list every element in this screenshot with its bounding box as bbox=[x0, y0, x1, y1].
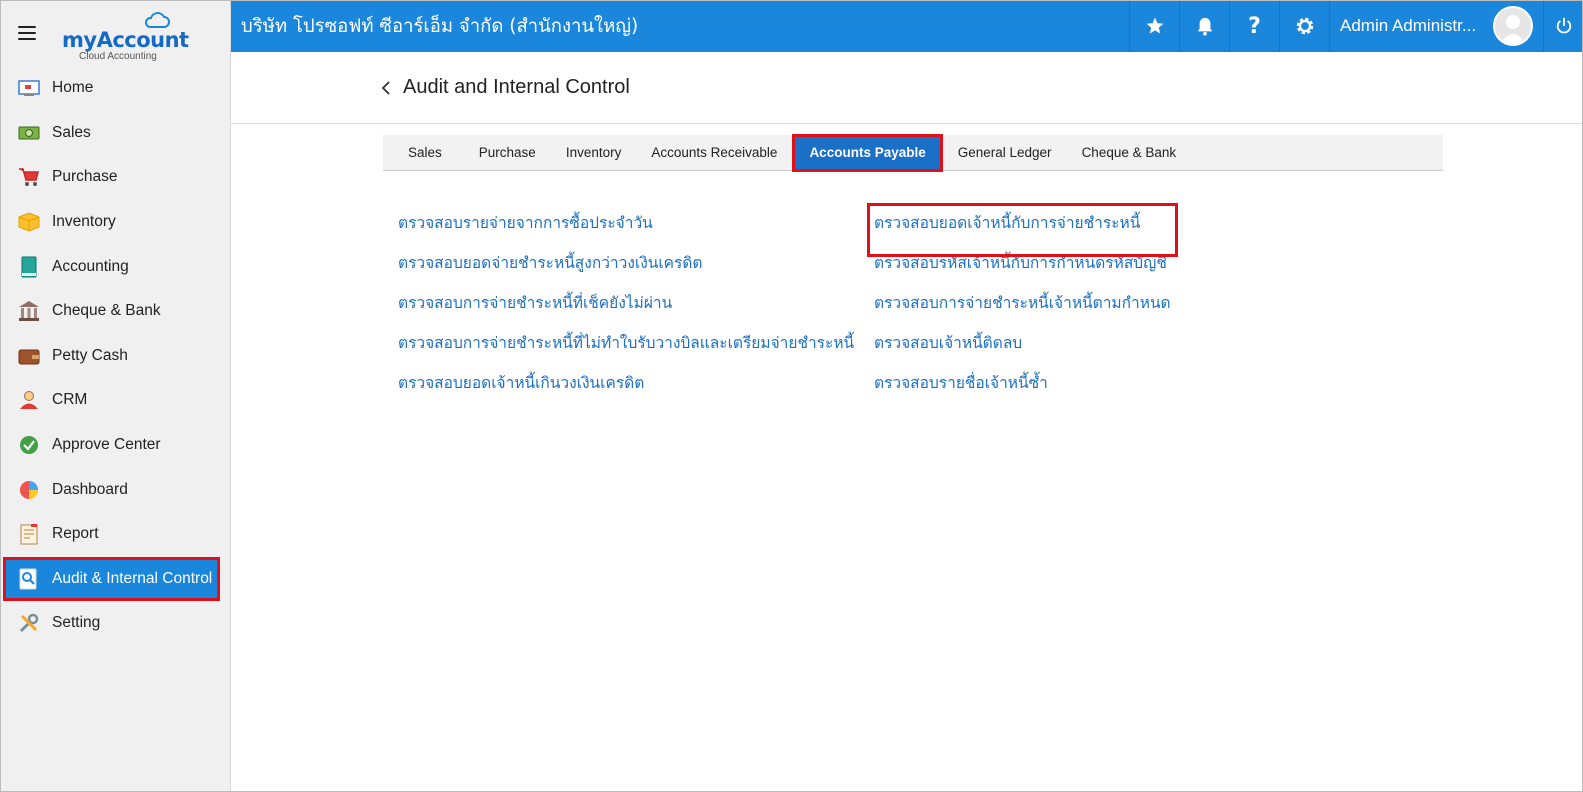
page-title: Audit and Internal Control bbox=[403, 76, 630, 98]
sidebar-item-label: Purchase bbox=[52, 168, 118, 186]
report-link[interactable]: ตรวจสอบยอดเจ้าหนี้เกินวงเงินเครดิต bbox=[398, 370, 854, 410]
brand-name: myAccount bbox=[62, 28, 189, 52]
power-icon bbox=[1556, 17, 1571, 34]
tools-icon bbox=[18, 612, 40, 634]
avatar[interactable] bbox=[1493, 6, 1533, 46]
sidebar-item-label: Setting bbox=[52, 614, 101, 632]
tab-purchase[interactable]: Purchase bbox=[464, 135, 551, 171]
box-icon bbox=[18, 211, 40, 233]
tab-general-ledger[interactable]: General Ledger bbox=[943, 135, 1067, 171]
report-link[interactable]: ตรวจสอบการจ่ายชำระหนี้ที่เช็คยังไม่ผ่าน bbox=[398, 290, 854, 330]
sidebar-item-purchase[interactable]: Purchase bbox=[0, 155, 230, 200]
sidebar-item-sales[interactable]: Sales bbox=[0, 111, 230, 156]
sidebar-item-label: Cheque & Bank bbox=[52, 302, 161, 320]
cloud-icon bbox=[144, 12, 170, 28]
bell-icon bbox=[1197, 17, 1212, 36]
sidebar-item-label: Sales bbox=[52, 123, 91, 141]
report-link[interactable]: ตรวจสอบรายชื่อเจ้าหนี้ซ้ำ bbox=[874, 370, 1171, 410]
report-link-highlighted[interactable]: ตรวจสอบยอดเจ้าหนี้กับการจ่ายชำระหนี้ bbox=[867, 203, 1178, 257]
back-chevron-icon[interactable] bbox=[381, 80, 391, 96]
bank-icon bbox=[18, 300, 40, 322]
tab-accounts-payable[interactable]: Accounts Payable bbox=[792, 133, 943, 172]
sidebar-item-petty-cash[interactable]: Petty Cash bbox=[0, 334, 230, 379]
sidebar-item-dashboard[interactable]: Dashboard bbox=[0, 467, 230, 512]
tab-accounts-receivable[interactable]: Accounts Receivable bbox=[636, 135, 792, 171]
money-icon bbox=[18, 122, 40, 144]
sidebar-item-label: Approve Center bbox=[52, 436, 161, 454]
sidebar-item-crm[interactable]: CRM bbox=[0, 378, 230, 423]
user-menu[interactable]: Admin Administr... bbox=[1329, 0, 1543, 52]
gear-icon bbox=[1296, 17, 1313, 35]
category-tabs: Sales Purchase Inventory Accounts Receiv… bbox=[383, 133, 1443, 172]
star-icon bbox=[1146, 17, 1163, 34]
people-icon bbox=[18, 389, 40, 411]
report-link[interactable]: ตรวจสอบการจ่ายชำระหนี้ที่ไม่ทำใบรับวางบิ… bbox=[398, 330, 854, 370]
brand-tagline: Cloud Accounting bbox=[79, 51, 157, 62]
tab-sales[interactable]: Sales bbox=[383, 135, 464, 171]
top-bar: บริษัท โปรซอฟท์ ซีอาร์เอ็ม จำกัด (สำนักง… bbox=[231, 0, 1583, 52]
report-links-left: ตรวจสอบรายจ่ายจากการซื้อประจำวัน ตรวจสอบ… bbox=[398, 210, 854, 410]
sidebar-item-report[interactable]: Report bbox=[0, 512, 230, 557]
sidebar-item-audit-internal-control[interactable]: Audit & Internal Control bbox=[3, 556, 220, 602]
wallet-icon bbox=[18, 345, 40, 367]
logo[interactable]: myAccount Cloud Accounting bbox=[62, 11, 189, 62]
sidebar-item-label: Audit & Internal Control bbox=[52, 569, 213, 587]
sidebar-item-inventory[interactable]: Inventory bbox=[0, 200, 230, 245]
hamburger-menu-icon[interactable] bbox=[18, 26, 36, 40]
logout-button[interactable] bbox=[1543, 0, 1583, 52]
sidebar-item-label: Petty Cash bbox=[52, 346, 128, 364]
tab-inventory[interactable]: Inventory bbox=[551, 135, 637, 171]
page-header: Audit and Internal Control bbox=[231, 52, 1583, 124]
brand-area: myAccount Cloud Accounting bbox=[0, 0, 230, 66]
audit-icon bbox=[18, 568, 40, 590]
sidebar-item-label: CRM bbox=[52, 391, 88, 409]
sidebar-item-label: Report bbox=[52, 525, 99, 543]
sidebar: myAccount Cloud Accounting Home Sales Pu… bbox=[0, 0, 231, 792]
report-links-right: ตรวจสอบยอดเจ้าหนี้กับการจ่ายชำระหนี้ ตรว… bbox=[867, 203, 1178, 410]
book-icon bbox=[18, 256, 40, 278]
tab-cheque-bank[interactable]: Cheque & Bank bbox=[1067, 135, 1192, 171]
report-link[interactable]: ตรวจสอบรายจ่ายจากการซื้อประจำวัน bbox=[398, 210, 854, 250]
report-link[interactable]: ตรวจสอบเจ้าหนี้ติดลบ bbox=[874, 330, 1171, 370]
user-name: Admin Administr... bbox=[1340, 16, 1477, 35]
help-button[interactable]: ? bbox=[1229, 0, 1279, 52]
report-link[interactable]: ตรวจสอบการจ่ายชำระหนี้เจ้าหนี้ตามกำหนด bbox=[874, 290, 1171, 330]
sidebar-item-accounting[interactable]: Accounting bbox=[0, 244, 230, 289]
home-icon bbox=[18, 77, 40, 99]
report-icon bbox=[18, 523, 40, 545]
sidebar-item-cheque-bank[interactable]: Cheque & Bank bbox=[0, 289, 230, 334]
help-icon: ? bbox=[1248, 13, 1261, 39]
report-link[interactable]: ตรวจสอบรหัสเจ้าหนี้กับการกำหนดรหัสบัญชี bbox=[874, 250, 1171, 290]
company-name[interactable]: บริษัท โปรซอฟท์ ซีอาร์เอ็ม จำกัด (สำนักง… bbox=[231, 12, 1129, 41]
notifications-button[interactable] bbox=[1179, 0, 1229, 52]
sidebar-item-label: Inventory bbox=[52, 213, 116, 231]
sidebar-nav: Home Sales Purchase Inventory Accounting… bbox=[0, 66, 230, 646]
sidebar-item-label: Home bbox=[52, 79, 94, 97]
user-silhouette-icon bbox=[1500, 15, 1526, 44]
sidebar-item-label: Dashboard bbox=[52, 480, 128, 498]
check-icon bbox=[18, 434, 40, 456]
favorites-button[interactable] bbox=[1129, 0, 1179, 52]
pie-chart-icon bbox=[18, 479, 40, 501]
sidebar-item-label: Accounting bbox=[52, 257, 129, 275]
report-link[interactable]: ตรวจสอบยอดจ่ายชำระหนี้สูงกว่าวงเงินเครดิ… bbox=[398, 250, 854, 290]
sidebar-item-approve-center[interactable]: Approve Center bbox=[0, 423, 230, 468]
settings-button[interactable] bbox=[1279, 0, 1329, 52]
cart-icon bbox=[18, 166, 40, 188]
sidebar-item-setting[interactable]: Setting bbox=[0, 601, 230, 646]
sidebar-item-home[interactable]: Home bbox=[0, 66, 230, 111]
